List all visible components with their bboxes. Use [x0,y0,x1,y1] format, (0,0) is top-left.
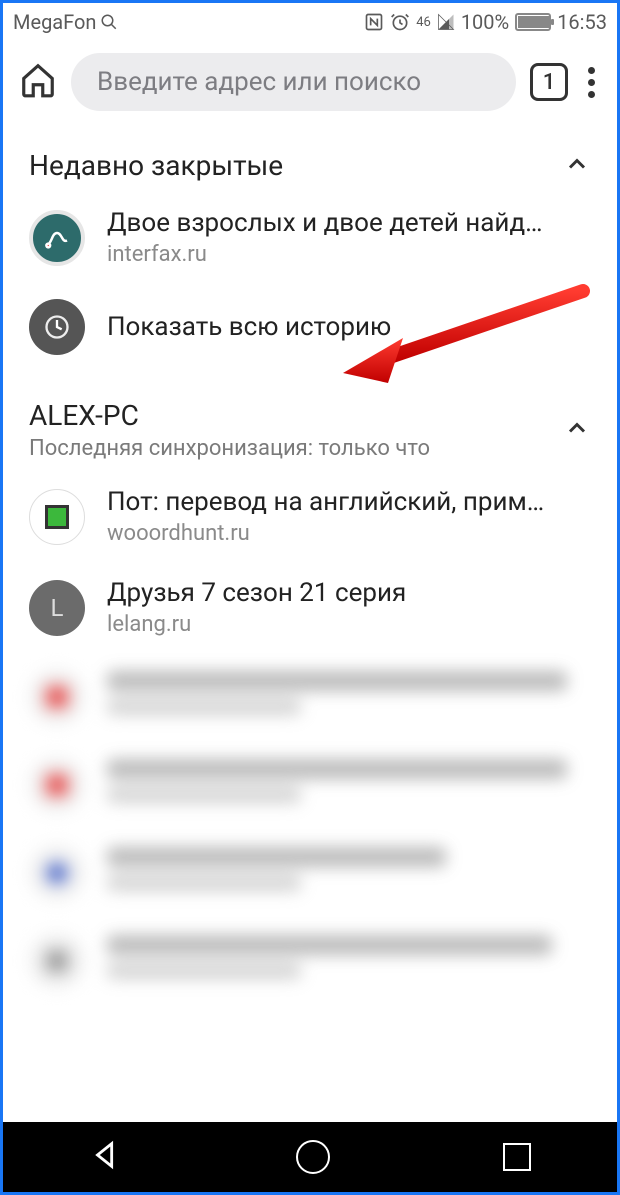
history-icon [29,299,85,355]
list-item-blurred [3,653,617,741]
signal-icon [437,13,455,31]
chevron-up-icon [563,414,591,446]
site-favicon [29,933,85,989]
section-subtitle: Последняя синхронизация: только что [29,436,430,461]
tab-count-label: 1 [543,70,556,95]
site-favicon [29,210,85,266]
network-type-label: 46 [416,15,431,30]
browser-toolbar: Введите адрес или поиско 1 [3,39,617,131]
back-button[interactable] [89,1138,123,1176]
clock-label: 16:53 [557,10,607,34]
home-button[interactable] [19,61,57,103]
item-domain: interfax.ru [107,242,591,267]
system-nav-bar [3,1122,617,1192]
list-item[interactable]: Двое взрослых и двое детей найд… interfa… [3,192,617,283]
status-bar: MegaFon 46 100% 16:53 [3,3,617,39]
item-domain: wooordhunt.ru [107,521,591,546]
menu-button[interactable] [582,67,601,98]
home-nav-button[interactable] [296,1140,330,1174]
list-item[interactable]: L Друзья 7 сезон 21 серия lelang.ru [3,562,617,653]
address-bar[interactable]: Введите адрес или поиско [71,53,516,111]
item-title: Пот: перевод на английский, прим… [107,487,591,517]
show-history-label: Показать всю историю [107,312,591,342]
list-item-blurred [3,917,617,1005]
carrier-label: MegaFon [13,10,96,34]
show-full-history-button[interactable]: Показать всю историю [3,283,617,371]
site-favicon: L [29,580,85,636]
list-item-blurred [3,741,617,829]
chevron-up-icon [563,150,591,182]
list-item-blurred [3,829,617,917]
site-favicon [29,669,85,725]
section-title: Недавно закрытые [29,149,283,182]
section-recently-closed-header[interactable]: Недавно закрытые [3,131,617,192]
section-title: ALEX-PC [29,399,430,432]
site-favicon [29,845,85,901]
battery-icon [515,13,551,31]
search-icon [100,13,118,31]
site-favicon [29,489,85,545]
nfc-icon [364,12,384,32]
battery-percent-label: 100% [461,10,509,34]
site-favicon [29,757,85,813]
tabs-button[interactable]: 1 [530,63,568,101]
address-placeholder: Введите адрес или поиско [97,67,421,97]
section-synced-header[interactable]: ALEX-PC Последняя синхронизация: только … [3,371,617,471]
item-title: Друзья 7 сезон 21 серия [107,578,591,608]
alarm-icon [390,12,410,32]
list-item[interactable]: Пот: перевод на английский, прим… wooord… [3,471,617,562]
recent-apps-button[interactable] [503,1143,531,1171]
item-domain: lelang.ru [107,612,591,637]
item-title: Двое взрослых и двое детей найд… [107,208,591,238]
